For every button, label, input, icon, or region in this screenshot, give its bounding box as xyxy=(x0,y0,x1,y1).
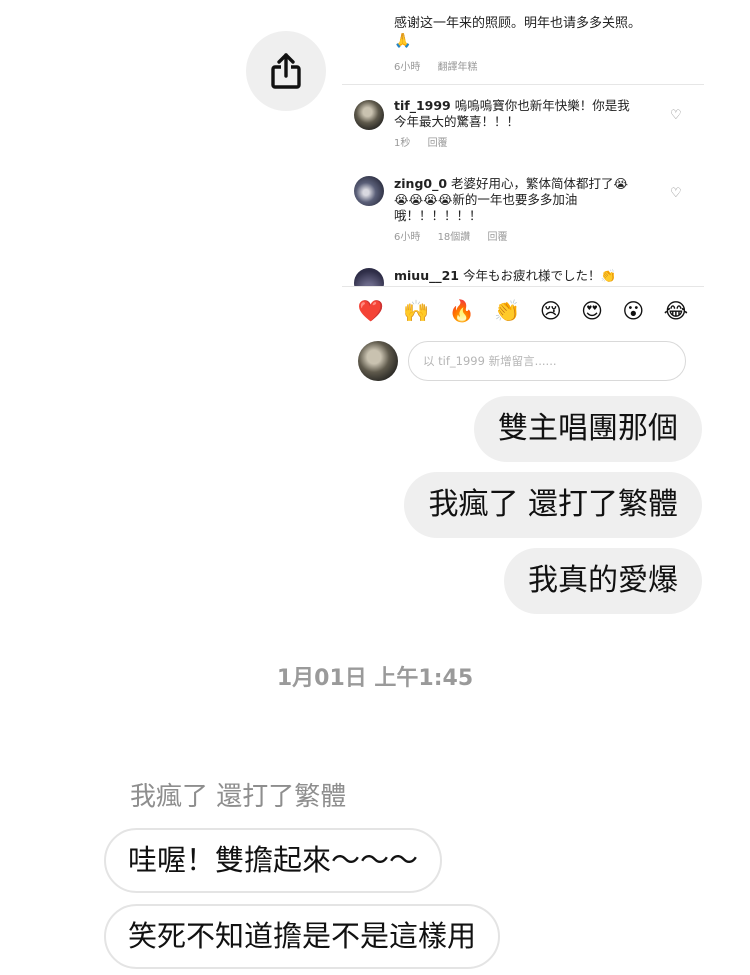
comment-line: 哦！！！！！！ xyxy=(394,208,482,223)
caption-time: 6小時 xyxy=(394,62,421,73)
caption-meta: 6小時 翻譯年糕 xyxy=(394,58,492,73)
comment-line: 😭😭😭😭新的一年也要多多加油 xyxy=(394,192,578,207)
comment-username: zing0_0 xyxy=(394,176,448,191)
comment-item: miuu__21 今年もお疲れ様でした！👏 xyxy=(342,266,704,286)
pray-emoji: 🙏 xyxy=(394,33,412,49)
laughing-emoji: 😂 xyxy=(663,299,689,323)
clap-emoji: 👏 xyxy=(494,298,521,323)
comment-text: miuu__21 今年もお疲れ様でした！👏 xyxy=(394,268,664,284)
heart-eyes-emoji: 😍 xyxy=(581,299,603,323)
raised-hands-emoji: 🙌 xyxy=(403,298,430,323)
avatar xyxy=(358,341,398,381)
translate-link: 翻譯年糕 xyxy=(437,62,478,73)
heart-icon: ♡ xyxy=(670,108,682,123)
share-icon xyxy=(271,53,301,89)
heart-emoji: ❤️ xyxy=(357,298,384,323)
sent-message-bubble[interactable]: 我瘋了 還打了繁體 xyxy=(404,472,702,538)
comment-text: tif_1999 嗚嗚嗚寶你也新年快樂！你是我 今年最大的驚喜！！！ xyxy=(394,98,664,130)
crying-emoji: 😢 xyxy=(539,299,562,323)
share-button[interactable] xyxy=(246,31,326,111)
fire-emoji: 🔥 xyxy=(448,298,475,323)
reply-link: 回覆 xyxy=(487,232,508,243)
sent-message-bubble[interactable]: 雙主唱團那個 xyxy=(474,396,702,462)
surprised-emoji: 😮 xyxy=(622,299,645,323)
reply-link: 回覆 xyxy=(427,138,448,149)
add-comment-row: 以 tif_1999 新增留言...... xyxy=(342,338,704,384)
post-caption: 感谢这一年来的照顾。明年也请多多关照。 xyxy=(394,16,642,31)
comment-likes: 18個讚 xyxy=(437,232,471,243)
shared-post-screenshot[interactable]: 感谢这一年来的照顾。明年也请多多关照。 🙏 6小時 翻譯年糕 tif_1999 … xyxy=(342,0,704,388)
comment-time: 6小時 xyxy=(394,232,421,243)
comment-line: 老婆好用心，繁体简体都打了😭 xyxy=(451,176,629,191)
comment-line: 今年最大的驚喜！！！ xyxy=(394,114,520,129)
avatar xyxy=(354,268,384,286)
avatar xyxy=(354,176,384,206)
comment-username: tif_1999 xyxy=(394,98,451,113)
comment-meta: 1秒 回覆 xyxy=(394,134,462,149)
comment-text: zing0_0 老婆好用心，繁体简体都打了😭 😭😭😭😭新的一年也要多多加油 哦！… xyxy=(394,176,664,224)
comment-line: 嗚嗚嗚寶你也新年快樂！你是我 xyxy=(454,98,630,113)
divider xyxy=(342,84,704,85)
comment-meta: 6小時 18個讚 回覆 xyxy=(394,228,521,243)
heart-icon: ♡ xyxy=(670,186,682,201)
comment-time: 1秒 xyxy=(394,138,411,149)
comment-username: miuu__21 xyxy=(394,268,460,283)
divider xyxy=(342,286,704,287)
sent-message-bubble[interactable]: 我真的愛爆 xyxy=(504,548,702,614)
avatar xyxy=(354,100,384,130)
received-message-bubble[interactable]: 哇喔！雙擔起來～～～ xyxy=(104,828,443,893)
comment-line: 今年もお疲れ様でした！👏 xyxy=(463,268,617,283)
received-message-bubble[interactable]: 笑死不知道擔是不是這樣用 xyxy=(104,904,501,969)
reply-quote[interactable]: 我瘋了 還打了繁體 xyxy=(130,776,346,813)
comment-input: 以 tif_1999 新增留言...... xyxy=(408,341,686,381)
message-timestamp: 1月01日 上午1:45 xyxy=(276,666,474,691)
emoji-quick-bar: ❤️ 🙌 🔥 👏 😢 😍 😮 😂 xyxy=(342,288,704,334)
